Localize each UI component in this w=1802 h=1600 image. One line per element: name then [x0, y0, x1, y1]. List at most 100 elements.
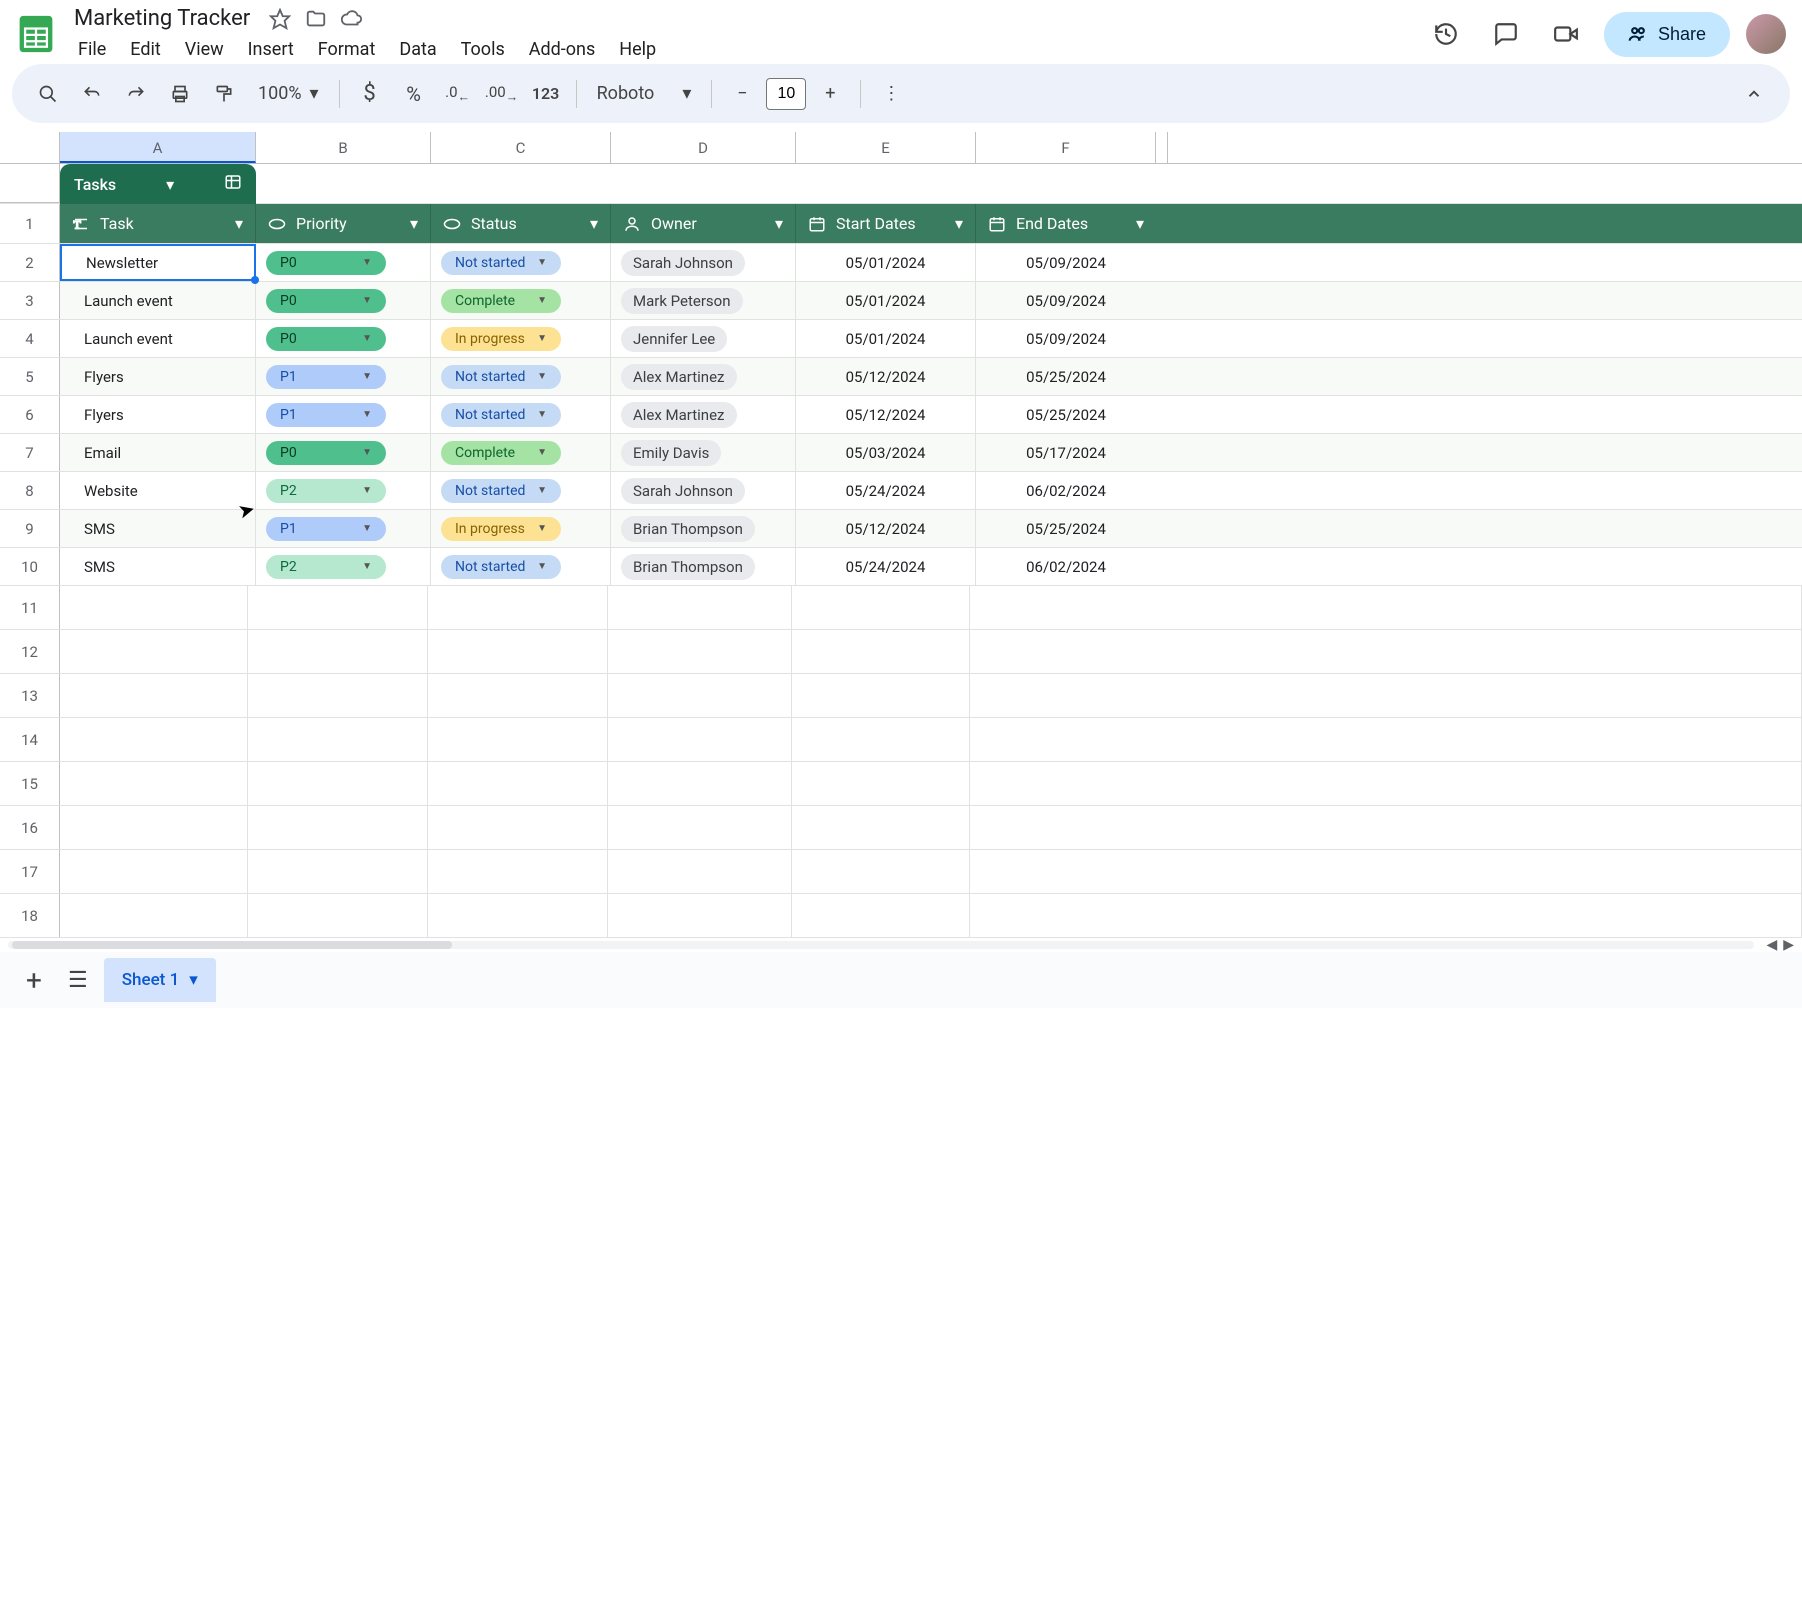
cell[interactable]: [608, 894, 792, 937]
redo-icon[interactable]: [116, 74, 156, 114]
cloud-status-icon[interactable]: [340, 7, 364, 31]
cell-status[interactable]: Not started▼: [431, 472, 611, 509]
cell-end-date[interactable]: 06/02/2024: [976, 472, 1156, 509]
decrease-decimal-icon[interactable]: .0←: [438, 74, 478, 114]
col-priority[interactable]: Priority ▾: [256, 204, 431, 243]
cell[interactable]: [792, 850, 970, 893]
owner-chip[interactable]: Sarah Johnson: [621, 478, 745, 504]
comments-icon[interactable]: [1484, 12, 1528, 56]
cell-start-date[interactable]: 05/12/2024: [796, 358, 976, 395]
sheets-logo[interactable]: [16, 14, 56, 54]
undo-icon[interactable]: [72, 74, 112, 114]
font-select[interactable]: Roboto▾: [587, 77, 702, 110]
document-title[interactable]: Marketing Tracker: [68, 4, 256, 33]
cell-task[interactable]: Launch event: [60, 320, 256, 357]
col-header-B[interactable]: B: [256, 132, 431, 163]
cell-start-date[interactable]: 05/01/2024: [796, 244, 976, 281]
collapse-toolbar-icon[interactable]: [1734, 74, 1774, 114]
row-number[interactable]: 8: [0, 472, 60, 509]
menu-edit[interactable]: Edit: [120, 35, 170, 64]
row-number[interactable]: 10: [0, 548, 60, 585]
row-number[interactable]: 12: [0, 630, 60, 673]
col-owner[interactable]: Owner ▾: [611, 204, 796, 243]
status-pill[interactable]: Not started▼: [441, 251, 561, 275]
cell[interactable]: [428, 586, 608, 629]
cell[interactable]: [970, 630, 1802, 673]
all-sheets-icon[interactable]: ☰: [68, 968, 88, 993]
cell[interactable]: [428, 718, 608, 761]
cell-task[interactable]: SMS: [60, 510, 256, 547]
row-number[interactable]: 18: [0, 894, 60, 937]
priority-pill[interactable]: P0▼: [266, 251, 386, 275]
col-header-F[interactable]: F: [976, 132, 1156, 163]
cell-priority[interactable]: P0▼: [256, 434, 431, 471]
chevron-down-icon[interactable]: ▾: [590, 214, 598, 233]
cell-end-date[interactable]: 05/25/2024: [976, 510, 1156, 547]
cell[interactable]: [970, 762, 1802, 805]
status-pill[interactable]: Not started▼: [441, 365, 561, 389]
cell-end-date[interactable]: 05/17/2024: [976, 434, 1156, 471]
cell[interactable]: [428, 894, 608, 937]
move-folder-icon[interactable]: [304, 7, 328, 31]
cell-priority[interactable]: P0▼: [256, 244, 431, 281]
cell-status[interactable]: In progress▼: [431, 320, 611, 357]
cell[interactable]: [248, 586, 428, 629]
priority-pill[interactable]: P0▼: [266, 441, 386, 465]
row-number[interactable]: 16: [0, 806, 60, 849]
cell-owner[interactable]: Sarah Johnson: [611, 244, 796, 281]
cell-start-date[interactable]: 05/12/2024: [796, 510, 976, 547]
menu-insert[interactable]: Insert: [238, 35, 304, 64]
cell-end-date[interactable]: 05/09/2024: [976, 282, 1156, 319]
menu-add-ons[interactable]: Add-ons: [519, 35, 606, 64]
cell-end-date[interactable]: 06/02/2024: [976, 548, 1156, 585]
add-sheet-button[interactable]: +: [16, 964, 52, 997]
col-header-C[interactable]: C: [431, 132, 611, 163]
menu-help[interactable]: Help: [609, 35, 666, 64]
chevron-down-icon[interactable]: ▾: [189, 970, 198, 990]
cell-task[interactable]: Flyers: [60, 358, 256, 395]
print-icon[interactable]: [160, 74, 200, 114]
row-number[interactable]: 11: [0, 586, 60, 629]
paint-format-icon[interactable]: [204, 74, 244, 114]
chevron-down-icon[interactable]: ▾: [1136, 214, 1144, 233]
cell-priority[interactable]: P1▼: [256, 396, 431, 433]
cell-start-date[interactable]: 05/24/2024: [796, 548, 976, 585]
cell-owner[interactable]: Brian Thompson: [611, 510, 796, 547]
col-start-dates[interactable]: Start Dates ▾: [796, 204, 976, 243]
more-tools-icon[interactable]: ⋮: [871, 74, 911, 114]
cell-priority[interactable]: P0▼: [256, 320, 431, 357]
row-number[interactable]: 13: [0, 674, 60, 717]
cell[interactable]: [608, 718, 792, 761]
cell-end-date[interactable]: 05/09/2024: [976, 320, 1156, 357]
cell-end-date[interactable]: 05/09/2024: [976, 244, 1156, 281]
cell[interactable]: [608, 806, 792, 849]
row-number[interactable]: 14: [0, 718, 60, 761]
cell-status[interactable]: Complete▼: [431, 434, 611, 471]
cell-start-date[interactable]: 05/12/2024: [796, 396, 976, 433]
cell[interactable]: [248, 762, 428, 805]
owner-chip[interactable]: Brian Thompson: [621, 554, 755, 580]
cell[interactable]: [792, 894, 970, 937]
horizontal-scrollbar[interactable]: ◀ ▶: [0, 938, 1802, 952]
cell[interactable]: [60, 894, 248, 937]
cell[interactable]: [248, 674, 428, 717]
table-name-tab[interactable]: Tasks ▾: [60, 164, 256, 204]
cell-task[interactable]: Newsletter: [60, 244, 256, 281]
increase-decimal-icon[interactable]: .00→: [482, 74, 522, 114]
fontsize-input[interactable]: [766, 78, 806, 110]
cell[interactable]: [60, 762, 248, 805]
cell[interactable]: [970, 894, 1802, 937]
cell[interactable]: [792, 762, 970, 805]
cell-status[interactable]: Not started▼: [431, 396, 611, 433]
cell-priority[interactable]: P1▼: [256, 510, 431, 547]
cell[interactable]: [608, 762, 792, 805]
menu-data[interactable]: Data: [389, 35, 446, 64]
chevron-down-icon[interactable]: ▾: [955, 214, 963, 233]
cell[interactable]: [608, 850, 792, 893]
cell[interactable]: [428, 850, 608, 893]
cell-status[interactable]: Complete▼: [431, 282, 611, 319]
cell-owner[interactable]: Mark Peterson: [611, 282, 796, 319]
row-number[interactable]: 6: [0, 396, 60, 433]
meet-icon[interactable]: [1544, 12, 1588, 56]
history-icon[interactable]: [1424, 12, 1468, 56]
